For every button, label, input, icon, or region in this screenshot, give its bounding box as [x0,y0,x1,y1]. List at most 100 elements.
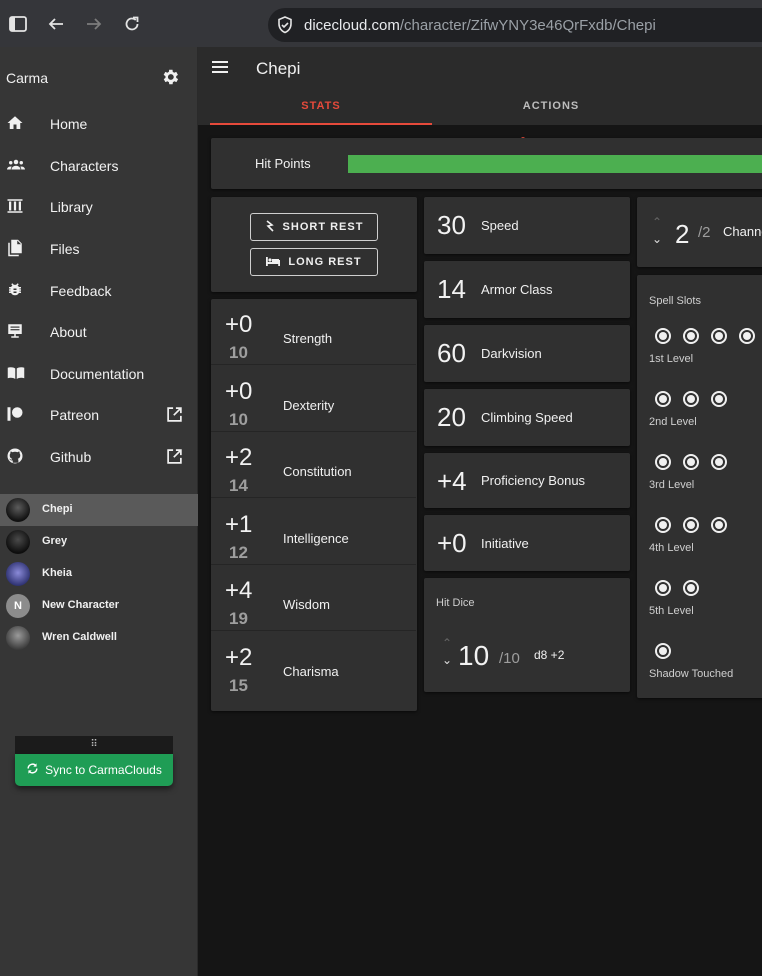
stat-value: 14 [437,274,466,304]
ability-wisdom[interactable]: +4 19 Wisdom [211,565,416,631]
ability-intelligence[interactable]: +1 12 Intelligence [211,499,416,565]
character-item-grey[interactable]: Grey [0,526,198,558]
forward-icon[interactable] [84,14,104,34]
sidebar-item-feedback[interactable]: Feedback [0,272,198,310]
tab-actions[interactable]: ACTIONS [440,91,662,125]
spell-slot-toggle[interactable] [683,517,699,533]
sidebar-item-patreon[interactable]: Patreon [0,396,198,434]
stat-card-speed[interactable]: 30 Speed [424,197,630,254]
stat-card-armor-class[interactable]: 14 Armor Class [424,261,630,318]
chevron-up-icon[interactable]: ⌃ [650,214,664,231]
back-icon[interactable] [46,14,66,34]
sync-widget: ⠿ Sync to CarmaClouds [15,736,173,787]
open-external-icon[interactable] [166,406,184,424]
short-rest-button[interactable]: SHORT REST [250,213,378,241]
ability-strength[interactable]: +0 10 Strength [211,299,416,365]
gear-icon[interactable] [160,67,182,89]
sidebar-item-label: Library [50,199,93,215]
sidebar-item-home[interactable]: Home [0,105,198,143]
spell-slot-toggle[interactable] [655,391,671,407]
reload-icon[interactable] [122,14,142,34]
spell-slot-toggle[interactable] [683,454,699,470]
sync-icon [26,762,39,778]
avatar: N [6,594,30,618]
avatar [6,626,30,650]
stat-value: +0 [437,528,467,558]
ability-name: Dexterity [283,398,335,413]
spell-slot-toggle[interactable] [711,328,727,344]
spell-slot-toggle[interactable] [655,328,671,344]
spell-slot-toggle[interactable] [711,391,727,407]
spell-slot-toggle[interactable] [683,328,699,344]
sidebar-item-documentation[interactable]: Documentation [0,355,198,393]
character-item-wren-caldwell[interactable]: Wren Caldwell [0,622,198,654]
spell-slot-level-name: 4th Level [649,542,694,554]
sidebar-item-about[interactable]: About [0,313,198,351]
spell-slot-toggle[interactable] [739,328,755,344]
stat-card-initiative[interactable]: +0 Initiative [424,515,630,571]
hit-dice-max: /10 [499,650,520,667]
chevron-down-icon[interactable]: ⌄ [440,652,454,669]
sidebar-item-label: Patreon [50,407,100,423]
channel-stepper[interactable]: ⌃ ⌄ [650,214,664,250]
ability-score: 14 [229,476,248,495]
stat-card-proficiency-bonus[interactable]: +4 Proficiency Bonus [424,453,630,508]
menu-icon[interactable] [212,60,228,76]
url-host: dicecloud.com [304,17,400,34]
sidebar-item-github[interactable]: Github [0,438,198,476]
avatar [6,498,30,522]
hit-dice-stepper[interactable]: ⌃ ⌄ [440,635,454,671]
tab-stats[interactable]: STATS [210,91,432,125]
character-item-kheia[interactable]: Kheia [0,558,198,590]
sidebar-toggle-icon[interactable] [8,14,28,34]
sidebar-item-files[interactable]: Files [0,230,198,268]
chevron-up-icon[interactable]: ⌃ [440,635,454,652]
sidebar-item-library[interactable]: Library [0,188,198,226]
sidebar-item-label: Home [50,116,88,132]
ability-modifier: +0 [225,378,253,405]
spell-slot-toggle[interactable] [683,580,699,596]
stat-name: Armor Class [481,282,553,297]
spell-slots-card: Spell Slots 1st Level 2nd Level 3rd Level 4… [637,275,762,698]
spell-slot-row: 3rd Level [637,454,762,514]
address-bar[interactable]: dicecloud.com/character/ZifwYNY3e46QrFxd… [268,8,762,42]
spell-slot-toggle[interactable] [655,517,671,533]
spell-slot-toggle[interactable] [655,580,671,596]
spell-slot-toggle[interactable] [655,643,671,659]
avatar [6,530,30,554]
site-info-icon[interactable] [277,16,293,39]
spell-slot-toggle[interactable] [655,454,671,470]
sidebar-item-characters[interactable]: Characters [0,147,198,185]
chevron-down-icon[interactable]: ⌄ [650,231,664,248]
spell-slot-dots [655,328,755,344]
ability-charisma[interactable]: +2 15 Charisma [211,632,416,698]
hit-points-bar[interactable] [348,155,762,173]
stat-card-climbing-speed[interactable]: 20 Climbing Speed [424,389,630,446]
file-icon [6,239,26,259]
spell-slot-dots [655,391,727,407]
sync-button[interactable]: Sync to CarmaClouds [15,754,173,786]
browser-toolbar: dicecloud.com/character/ZifwYNY3e46QrFxd… [0,0,762,47]
spell-slots-title: Spell Slots [649,295,701,307]
bed-icon [266,256,281,269]
channel-name: Channe [723,224,762,239]
sidebar-item-label: Github [50,449,92,465]
spell-slot-toggle[interactable] [711,517,727,533]
channel-value: 2 [675,219,690,249]
spell-slot-row: Shadow Touched [637,643,762,703]
drag-handle[interactable]: ⠿ [15,736,173,754]
character-item-new-character[interactable]: N New Character [0,590,198,622]
ability-score: 10 [229,343,248,362]
long-rest-button[interactable]: LONG REST [250,248,378,276]
spell-slot-toggle[interactable] [683,391,699,407]
ability-score: 19 [229,609,248,628]
stat-card-darkvision[interactable]: 60 Darkvision [424,325,630,382]
ability-dexterity[interactable]: +0 10 Dexterity [211,366,416,432]
spell-slot-toggle[interactable] [711,454,727,470]
stat-value: +4 [437,466,467,496]
ability-constitution[interactable]: +2 14 Constitution [211,432,416,498]
rest-card: SHORT REST LONG REST [211,197,417,292]
character-item-chepi[interactable]: Chepi [0,494,198,526]
open-external-icon[interactable] [166,448,184,466]
spell-slot-row: 1st Level [637,328,762,388]
